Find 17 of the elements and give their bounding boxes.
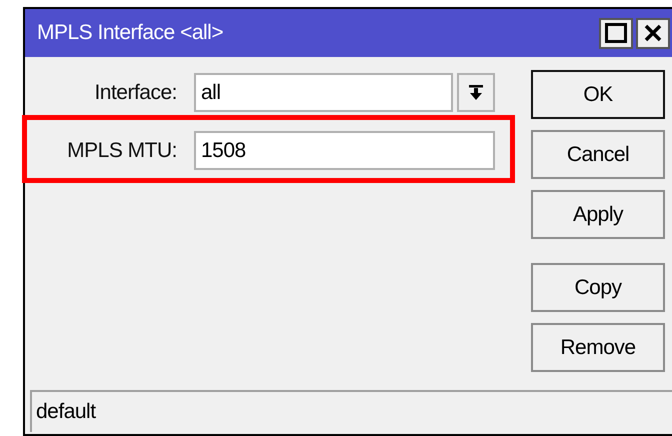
dropdown-field[interactable]: all — [194, 73, 453, 112]
close-button[interactable] — [636, 18, 670, 48]
field-label: MPLS MTU: — [66, 138, 178, 164]
input-field[interactable]: 1508 — [194, 131, 495, 170]
status-text: default — [36, 399, 96, 426]
maximize-button[interactable] — [599, 18, 633, 48]
dialog-button[interactable]: OK — [531, 70, 665, 119]
maximize-icon — [605, 23, 627, 43]
window-title: MPLS Interface <all> — [37, 20, 224, 46]
dialog-button[interactable]: Cancel — [531, 130, 665, 179]
dialog-button[interactable]: Copy — [531, 263, 665, 312]
close-icon — [644, 24, 662, 42]
dropdown-button[interactable] — [457, 73, 495, 112]
field-label: Interface: — [93, 80, 178, 106]
dialog-button[interactable]: Remove — [531, 323, 665, 372]
dialog-button[interactable]: Apply — [531, 190, 665, 239]
arrow-down-icon — [469, 84, 483, 100]
